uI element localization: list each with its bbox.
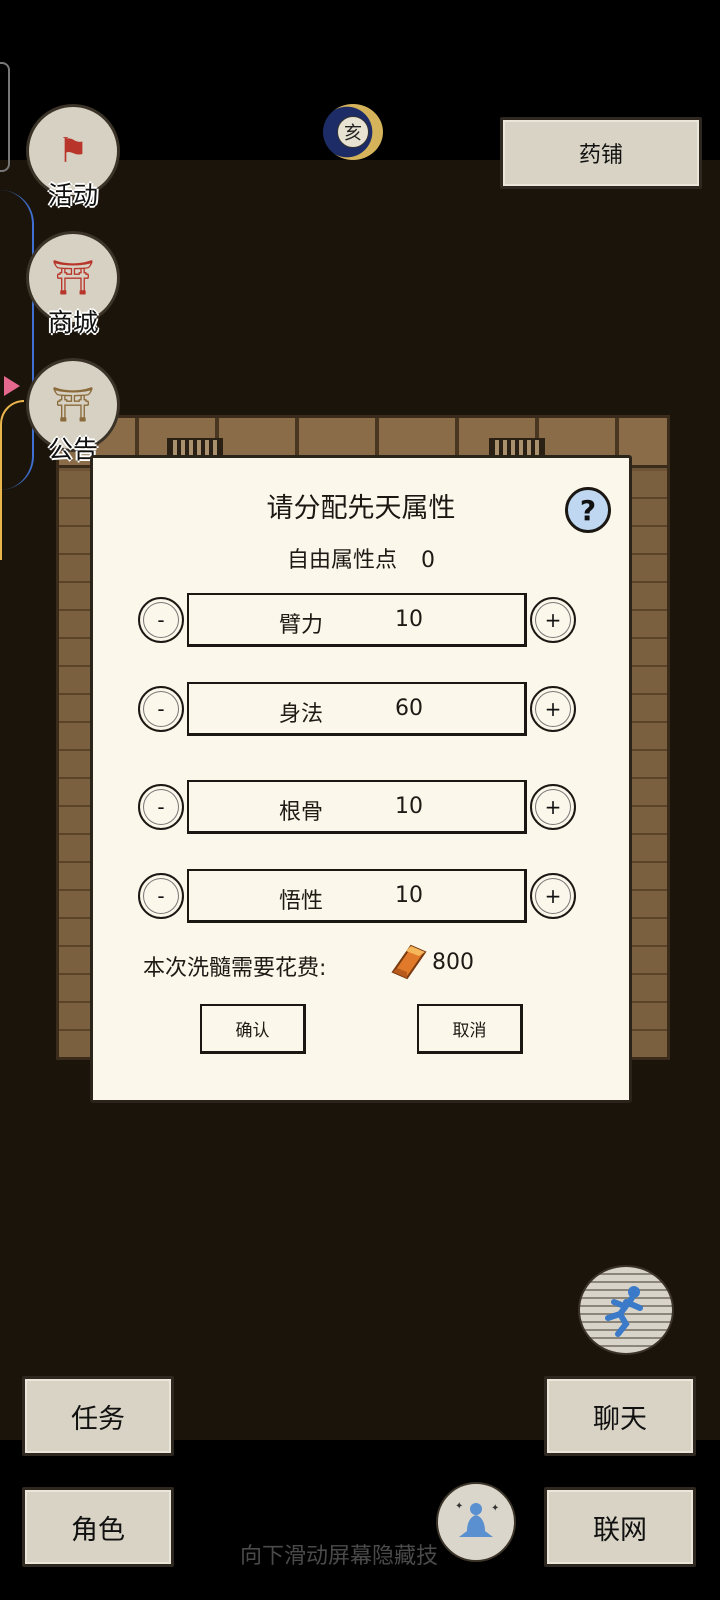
- pharmacy-button[interactable]: 药铺: [500, 117, 702, 189]
- decrease-button[interactable]: -: [138, 686, 184, 732]
- help-icon[interactable]: ?: [565, 487, 611, 533]
- attribute-row-strength: - 臂力 10 +: [138, 593, 583, 649]
- attribute-row-constitution: - 根骨 10 +: [138, 780, 583, 836]
- chat-button[interactable]: 聊天: [544, 1376, 696, 1456]
- arrow-icon: [4, 376, 20, 396]
- cost-value: 800: [432, 950, 474, 975]
- decrease-button[interactable]: -: [138, 597, 184, 643]
- free-points-label: 自由属性点: [286, 548, 397, 573]
- attribute-name: 身法: [279, 702, 324, 727]
- dialog-title: 请分配先天属性: [266, 493, 456, 524]
- auto-run-button[interactable]: [578, 1265, 674, 1355]
- free-points: 自由属性点 0: [93, 542, 629, 574]
- attribute-field: 身法 60: [187, 682, 527, 736]
- attribute-row-agility: - 身法 60 +: [138, 682, 583, 738]
- attribute-value: 10: [395, 883, 423, 908]
- attribute-row-comprehension: - 悟性 10 +: [138, 869, 583, 925]
- decorative-thread: [0, 400, 24, 560]
- decrease-button[interactable]: -: [138, 784, 184, 830]
- shop-icon: ⛩: [51, 258, 95, 298]
- attribute-field: 臂力 10: [187, 593, 527, 647]
- meditate-button[interactable]: ✦ ✦: [436, 1482, 516, 1562]
- attribute-name: 根骨: [279, 800, 324, 825]
- attribute-value: 10: [395, 794, 423, 819]
- increase-button[interactable]: +: [530, 686, 576, 732]
- character-button[interactable]: 角色: [22, 1487, 174, 1567]
- increase-button[interactable]: +: [530, 784, 576, 830]
- confirm-button[interactable]: 确认: [200, 1004, 306, 1054]
- svg-text:✦: ✦: [455, 1501, 463, 1512]
- gold-ingot-icon: [391, 944, 427, 980]
- cancel-button[interactable]: 取消: [417, 1004, 523, 1054]
- attribute-field: 悟性 10: [187, 869, 527, 923]
- increase-button[interactable]: +: [530, 597, 576, 643]
- edge-tab[interactable]: [0, 62, 10, 172]
- attribute-field: 根骨 10: [187, 780, 527, 834]
- notice-board-icon: ⛩: [51, 385, 95, 425]
- increase-button[interactable]: +: [530, 873, 576, 919]
- attribute-dialog: 请分配先天属性 ? 自由属性点 0 - 臂力 10 + - 身法 60 + - 根…: [90, 455, 632, 1103]
- svg-text:✦: ✦: [491, 1503, 499, 1514]
- running-figure-icon: [605, 1286, 643, 1337]
- time-badge-glyph: 亥: [337, 116, 369, 148]
- decrease-button[interactable]: -: [138, 873, 184, 919]
- attribute-name: 臂力: [279, 613, 324, 638]
- attribute-value: 60: [395, 696, 423, 721]
- cost-label: 本次洗髓需要花费:: [143, 956, 327, 981]
- free-points-value: 0: [421, 548, 435, 573]
- meditation-icon: ✦ ✦: [455, 1501, 499, 1537]
- task-button[interactable]: 任务: [22, 1376, 174, 1456]
- attribute-value: 10: [395, 607, 423, 632]
- banner-icon: ⚑: [57, 131, 89, 171]
- online-button[interactable]: 联网: [544, 1487, 696, 1567]
- shop-label: 商城: [47, 308, 98, 337]
- moon-time-icon[interactable]: 亥: [323, 104, 383, 160]
- attribute-name: 悟性: [279, 889, 324, 914]
- activity-label: 活动: [47, 181, 98, 210]
- swipe-hint: 向下滑动屏幕隐藏技: [240, 1544, 439, 1569]
